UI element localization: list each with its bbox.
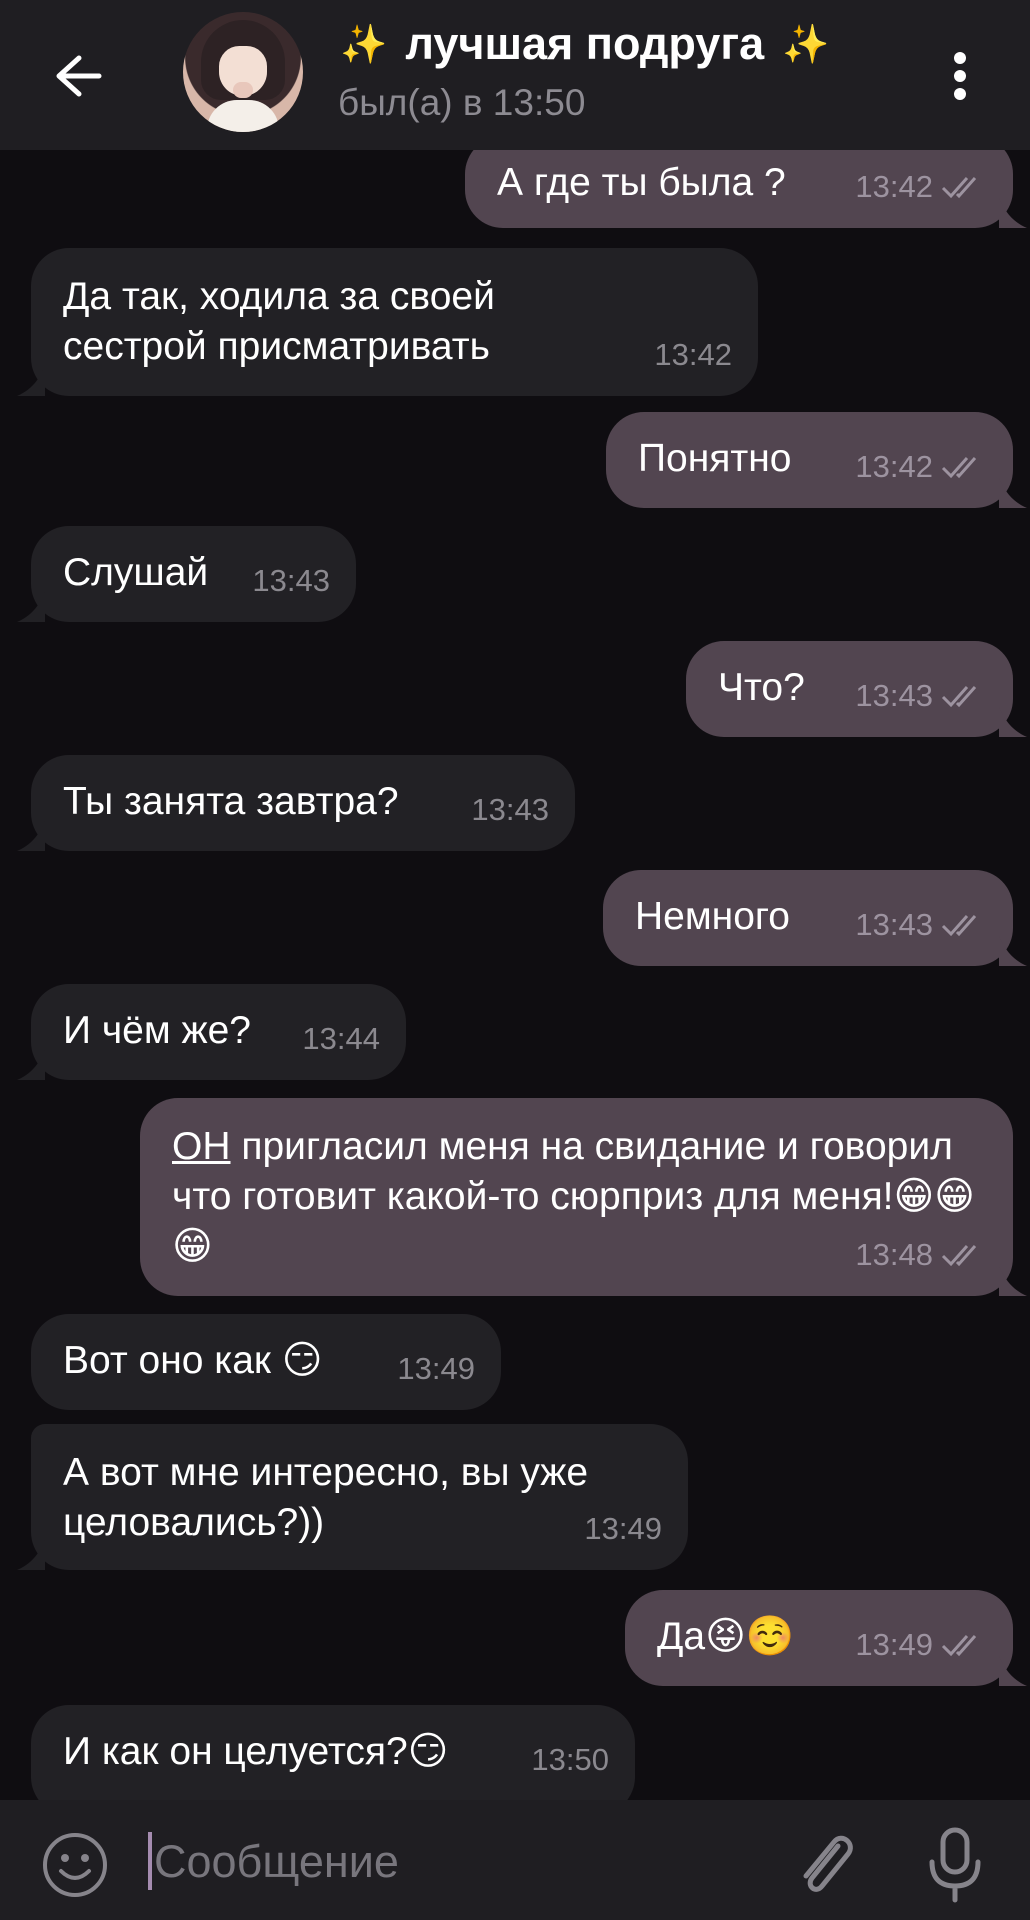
last-seen-status: был(а) в 13:50: [338, 82, 586, 123]
message-bubble-incoming[interactable]: Вот оно как 😏 13:49: [31, 1314, 501, 1410]
message-time: 13:49: [855, 1627, 933, 1662]
message-list[interactable]: А где ты была ? 13:42 Да так, ходила за …: [0, 150, 1030, 1800]
emoji-button[interactable]: [40, 1830, 110, 1900]
message-text: А где ты была ?: [497, 161, 786, 204]
more-menu-button[interactable]: [935, 40, 985, 112]
message-bubble-outgoing[interactable]: А где ты была ? 13:42: [465, 150, 1027, 228]
message-time: 13:42: [855, 169, 933, 204]
microphone-button[interactable]: [920, 1824, 990, 1904]
message-time: 13:43: [855, 907, 933, 942]
message-text: пригласил меня на свидание и говорил что…: [172, 1125, 975, 1268]
message-bubble-incoming[interactable]: А вот мне интересно, вы уже целовались?)…: [17, 1424, 688, 1570]
message-bubble-outgoing[interactable]: Что? 13:43: [686, 641, 1027, 737]
message-bubble-outgoing[interactable]: Понятно 13:42: [606, 412, 1027, 508]
message-time: 13:42: [654, 337, 732, 372]
message-bubble-incoming[interactable]: Ты занята завтра? 13:43: [17, 755, 575, 851]
double-check-icon: [941, 1245, 977, 1267]
message-text: Да😝☺️: [657, 1615, 795, 1658]
message-time: 13:48: [855, 1237, 933, 1272]
message-bubble-incoming[interactable]: И чём же? 13:44: [17, 984, 406, 1080]
double-check-icon: [941, 915, 977, 937]
attach-button[interactable]: [790, 1824, 860, 1904]
chat-header: ✨ лучшая подруга ✨ был(а) в 13:50: [0, 0, 1030, 150]
avatar[interactable]: [183, 12, 303, 132]
double-check-icon: [941, 177, 977, 199]
message-text: А вот мне интересно, вы уже целовались?)…: [63, 1451, 589, 1544]
message-text: Немного: [635, 895, 790, 938]
arrow-left-icon: [56, 55, 102, 97]
message-bubble-incoming[interactable]: И как он целуется?😏 13:50: [31, 1705, 635, 1800]
message-time: 13:44: [302, 1021, 380, 1056]
back-button[interactable]: [42, 40, 114, 112]
message-bubble-incoming[interactable]: Да так, ходила за своей сестрой присматр…: [17, 248, 758, 396]
message-time: 13:43: [471, 792, 549, 827]
chat-title-text: лучшая подруга: [405, 18, 765, 69]
message-text: И чём же?: [63, 1009, 251, 1052]
message-text: Да так, ходила за своей сестрой присматр…: [63, 275, 495, 368]
message-bubble-outgoing[interactable]: ОН пригласил меня на свидание и говорил …: [140, 1098, 1027, 1296]
message-input[interactable]: [152, 1826, 716, 1898]
smile-icon: [43, 1833, 107, 1897]
message-text: И как он целуется?😏: [63, 1730, 449, 1773]
message-time: 13:43: [855, 678, 933, 713]
message-time: 13:43: [252, 563, 330, 598]
message-text: Слушай: [63, 551, 209, 594]
chat-title[interactable]: ✨ лучшая подруга ✨: [340, 18, 829, 70]
message-time: 13:49: [397, 1351, 475, 1386]
message-text: Что?: [718, 666, 805, 709]
message-bubble-incoming[interactable]: Слушай 13:43: [17, 526, 356, 622]
double-check-icon: [941, 457, 977, 479]
message-mention[interactable]: ОН: [172, 1125, 231, 1168]
double-check-icon: [941, 686, 977, 708]
message-time: 13:42: [855, 449, 933, 484]
message-bubble-outgoing[interactable]: Да😝☺️ 13:49: [625, 1590, 1027, 1686]
message-time: 13:50: [531, 1742, 609, 1777]
message-time: 13:49: [584, 1511, 662, 1546]
double-check-icon: [941, 1635, 977, 1657]
message-bubble-outgoing[interactable]: Немного 13:43: [603, 870, 1027, 966]
paperclip-icon: [803, 1835, 853, 1892]
more-vertical-icon: [954, 52, 966, 100]
microphone-icon: [929, 1827, 981, 1903]
message-text: Ты занята завтра?: [63, 780, 399, 823]
sparkles-icon: ✨: [340, 21, 388, 66]
message-text: Вот оно как 😏: [63, 1339, 323, 1382]
message-composer: [0, 1800, 1030, 1920]
sparkles-icon: ✨: [782, 21, 830, 66]
message-text: Понятно: [638, 437, 792, 480]
